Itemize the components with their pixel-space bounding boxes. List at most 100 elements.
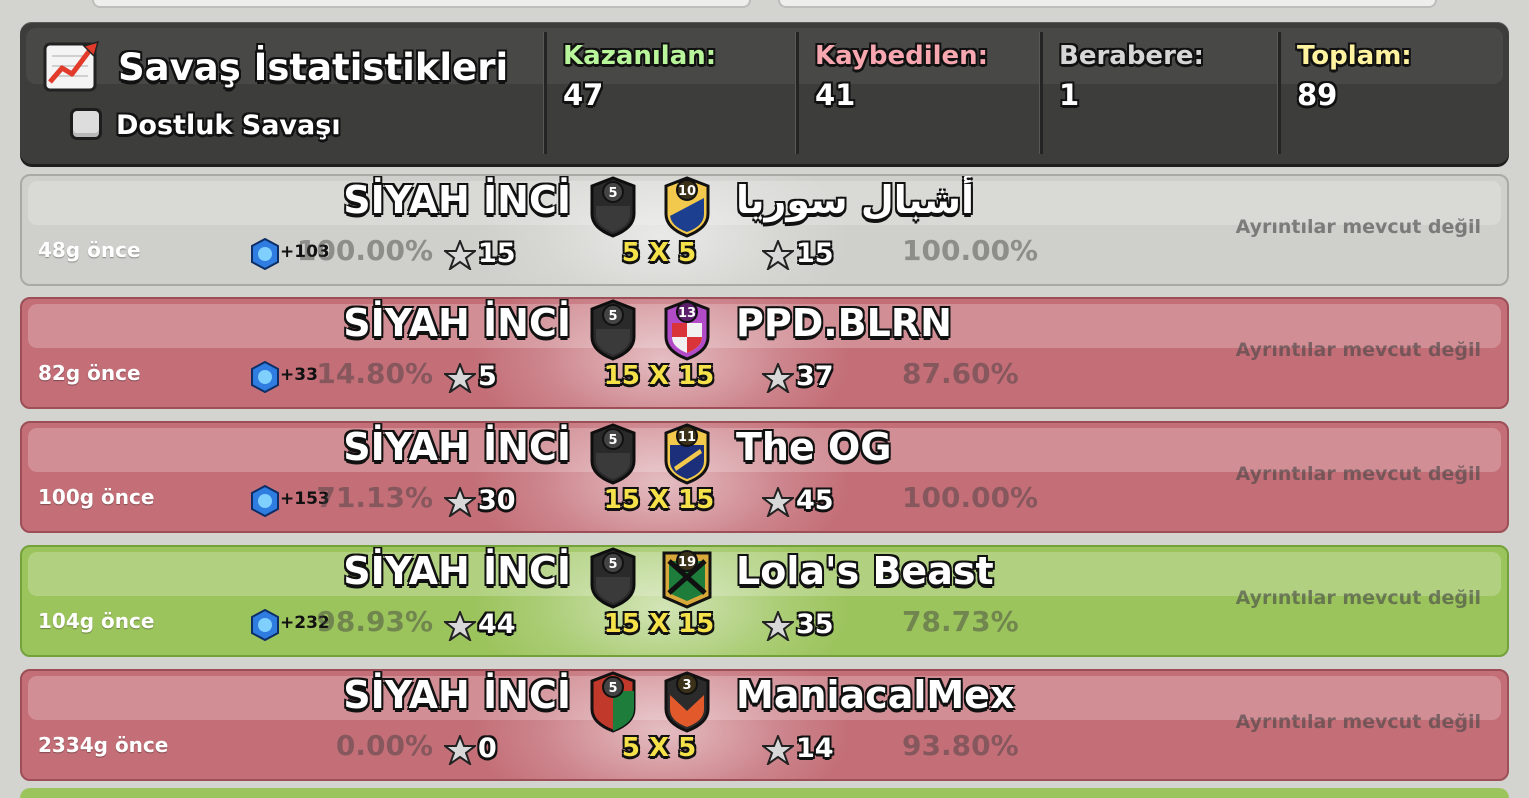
clan-xp-icon [251, 238, 279, 270]
my-clan-badge-icon: 5 [590, 176, 636, 238]
opponent-clan-badge-icon: 11 [664, 423, 710, 485]
stat-won: Kazanılan: 47 [544, 32, 799, 154]
time-ago: 104g önce [38, 609, 155, 633]
chart-icon [43, 40, 100, 92]
my-destruction-percent: 0.00% [335, 729, 433, 762]
war-log-row[interactable]: SİYAH İNCİ 5 19 Lola's Beast 104g önce +… [20, 545, 1509, 657]
details-unavailable: Ayrıntılar mevcut değil [1235, 587, 1481, 609]
opponent-clan-name: PPD.BLRN [736, 301, 952, 345]
details-unavailable: Ayrıntılar mevcut değil [1235, 339, 1481, 361]
stat-draw-label: Berabere: [1059, 41, 1204, 71]
details-unavailable: Ayrıntılar mevcut değil [1235, 463, 1481, 485]
stat-draw: Berabere: 1 [1040, 32, 1279, 154]
star-icon [444, 735, 476, 765]
svg-text:13: 13 [678, 306, 696, 321]
war-log-row[interactable]: SİYAH İNCİ 5 3 ManiacalMex 2334g önce 0.… [20, 669, 1509, 781]
top-panel-left [92, 0, 751, 8]
stat-lost: Kaybedilen: 41 [796, 32, 1043, 154]
svg-text:5: 5 [608, 433, 617, 448]
opponent-stars: 37 [796, 361, 834, 392]
svg-text:10: 10 [678, 184, 696, 199]
page-title: Savaş İstatistikleri [118, 46, 509, 89]
stat-total-value: 89 [1297, 78, 1338, 112]
my-destruction-percent: 14.80% [316, 357, 433, 390]
opponent-clan-name: Lola's Beast [736, 549, 994, 593]
star-icon [762, 735, 794, 765]
opponent-clan-name: The OG [736, 425, 892, 469]
my-stars: 15 [478, 238, 516, 269]
my-clan-name: SİYAH İNCİ [343, 301, 571, 345]
opponent-destruction-percent: 87.60% [902, 357, 1019, 390]
my-clan-badge-icon: 5 [590, 547, 636, 609]
war-size: 15 X 15 [603, 485, 715, 515]
my-clan-badge-icon: 5 [590, 671, 636, 733]
time-ago: 100g önce [38, 485, 155, 509]
svg-text:5: 5 [608, 557, 617, 572]
my-clan-name: SİYAH İNCİ [343, 425, 571, 469]
top-panel-right [778, 0, 1437, 8]
svg-text:5: 5 [608, 186, 617, 201]
my-clan-name: SİYAH İNCİ [343, 673, 571, 717]
stat-lost-label: Kaybedilen: [815, 41, 989, 71]
war-stats-header: Savaş İstatistikleri Dostluk Savaşı Kaza… [20, 22, 1509, 164]
war-log-row[interactable]: SİYAH İNCİ 5 11 The OG 100g önce +153 71… [20, 421, 1509, 533]
stat-draw-value: 1 [1059, 78, 1080, 112]
details-unavailable: Ayrıntılar mevcut değil [1235, 711, 1481, 733]
star-icon [762, 240, 794, 270]
stat-total-label: Toplam: [1297, 41, 1412, 71]
svg-text:11: 11 [678, 430, 696, 445]
time-ago: 48g önce [38, 238, 141, 262]
my-destruction-percent: 100.00% [296, 234, 433, 267]
opponent-stars: 15 [796, 238, 834, 269]
my-stars: 0 [478, 733, 497, 764]
war-log-row[interactable]: SİYAH İNCİ 5 13 PPD.BLRN 82g önce +33 14… [20, 297, 1509, 409]
star-icon [444, 487, 476, 517]
star-icon [444, 240, 476, 270]
my-clan-name: SİYAH İNCİ [343, 178, 571, 222]
svg-text:5: 5 [608, 309, 617, 324]
svg-text:3: 3 [682, 678, 691, 693]
my-clan-badge-icon: 5 [590, 299, 636, 361]
star-icon [762, 487, 794, 517]
stat-won-value: 47 [563, 78, 604, 112]
stat-lost-value: 41 [815, 78, 856, 112]
opponent-clan-name: ManiacalMex [736, 673, 1015, 717]
opponent-stars: 45 [796, 485, 834, 516]
my-stars: 44 [478, 609, 516, 640]
war-size: 5 X 5 [621, 733, 697, 763]
clan-xp-icon [251, 485, 279, 517]
time-ago: 2334g önce [38, 733, 169, 757]
my-stars: 5 [478, 361, 497, 392]
time-ago: 82g önce [38, 361, 141, 385]
clan-xp-value: +33 [280, 365, 318, 385]
svg-text:5: 5 [608, 681, 617, 696]
opponent-destruction-percent: 100.00% [902, 481, 1039, 514]
star-icon [444, 363, 476, 393]
opponent-clan-badge-icon: 13 [664, 299, 710, 361]
war-log-row[interactable]: SİYAH İNCİ 5 10 أشبال سوريا 48g önce +10… [20, 174, 1509, 286]
details-unavailable: Ayrıntılar mevcut değil [1235, 216, 1481, 238]
opponent-clan-badge-icon: 3 [664, 671, 710, 733]
svg-text:19: 19 [678, 555, 696, 570]
my-clan-badge-icon: 5 [590, 423, 636, 485]
war-size: 15 X 15 [603, 609, 715, 639]
opponent-clan-name: أشبال سوريا [736, 178, 974, 222]
opponent-destruction-percent: 78.73% [902, 605, 1019, 638]
stat-won-label: Kazanılan: [563, 41, 717, 71]
my-destruction-percent: 98.93% [316, 605, 433, 638]
my-destruction-percent: 71.13% [316, 481, 433, 514]
war-log-row-partial [20, 788, 1509, 798]
friendly-war-checkbox[interactable] [70, 108, 102, 140]
my-clan-name: SİYAH İNCİ [343, 549, 571, 593]
stat-total: Toplam: 89 [1278, 32, 1501, 154]
my-stars: 30 [478, 485, 516, 516]
clan-xp-icon [251, 361, 279, 393]
opponent-clan-badge-icon: 19 [662, 550, 712, 609]
star-icon [444, 611, 476, 641]
war-size: 15 X 15 [603, 361, 715, 391]
star-icon [762, 363, 794, 393]
opponent-destruction-percent: 93.80% [902, 729, 1019, 762]
opponent-destruction-percent: 100.00% [902, 234, 1039, 267]
war-size: 5 X 5 [621, 238, 697, 268]
star-icon [762, 611, 794, 641]
